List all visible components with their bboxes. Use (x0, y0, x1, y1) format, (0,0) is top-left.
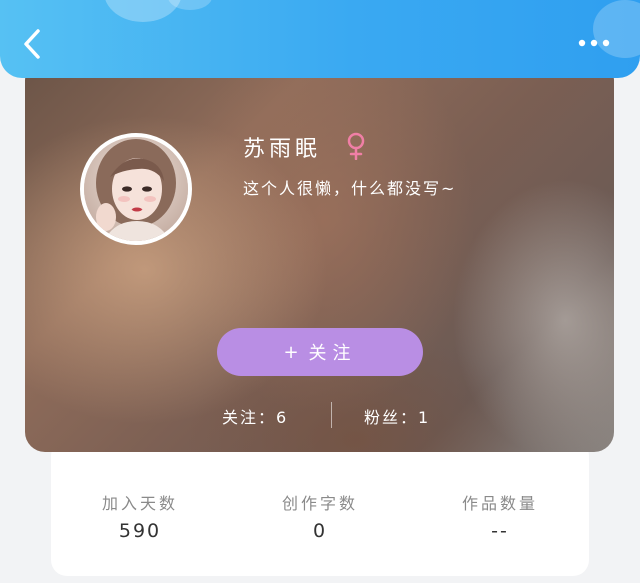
avatar[interactable] (80, 133, 192, 245)
female-icon (345, 132, 367, 161)
chevron-left-icon (24, 29, 40, 59)
user-metrics-card: 加入天数 590 创作字数 0 作品数量 -- (51, 440, 589, 576)
metric-days-joined: 加入天数 590 (65, 490, 215, 542)
more-dots-icon (578, 39, 610, 47)
back-button[interactable] (18, 26, 52, 62)
stats-divider (331, 402, 332, 428)
following-count[interactable]: 关注：6 (222, 404, 288, 428)
fans-count[interactable]: 粉丝：1 (364, 404, 430, 428)
plus-icon: + (283, 341, 299, 363)
more-options-button[interactable] (574, 34, 614, 52)
metric-value: -- (491, 520, 509, 542)
follow-button-label: 关注 (308, 343, 357, 364)
social-stats: 关注：6 粉丝：1 (25, 400, 614, 430)
user-bio: 这个人很懒，什么都没写~ (243, 179, 457, 198)
metric-label: 作品数量 (461, 494, 538, 513)
follow-button[interactable]: + 关注 (217, 328, 423, 376)
metric-label: 加入天数 (101, 494, 178, 513)
metric-label: 创作字数 (281, 494, 358, 513)
avatar-image (84, 137, 188, 241)
metric-words-written: 创作字数 0 (245, 490, 395, 542)
profile-page: 苏雨眠 这个人很懒，什么都没写~ + 关注 关注：6 粉丝：1 加入天数 590… (0, 0, 640, 583)
app-header (0, 0, 640, 78)
metric-value: 0 (312, 520, 328, 542)
username: 苏雨眠 (243, 137, 322, 162)
profile-card: 苏雨眠 这个人很懒，什么都没写~ + 关注 关注：6 粉丝：1 (25, 60, 614, 452)
metric-works-count: 作品数量 -- (425, 490, 575, 542)
metric-value: 590 (118, 520, 162, 542)
